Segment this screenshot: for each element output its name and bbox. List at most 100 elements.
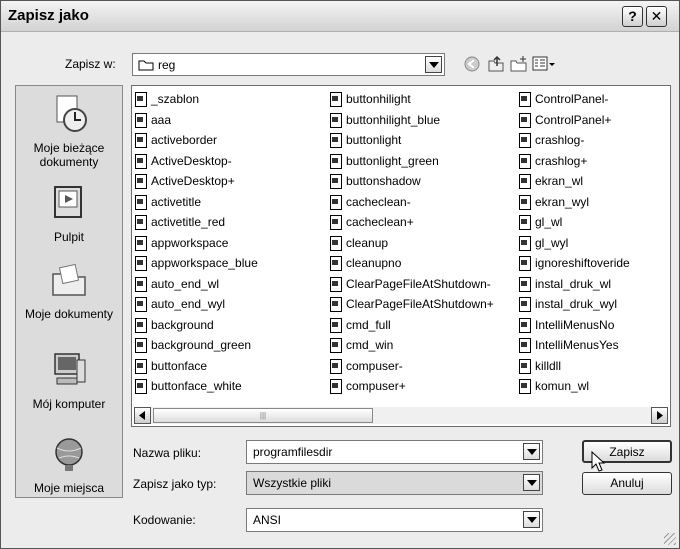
file-type-select[interactable]: Wszystkie pliki xyxy=(246,471,543,495)
back-icon[interactable] xyxy=(463,55,481,73)
registry-file-icon xyxy=(134,358,148,374)
registry-file-icon xyxy=(134,235,148,251)
file-item[interactable]: ClearPageFileAtShutdown- xyxy=(329,274,494,295)
file-item[interactable]: activetitle_red xyxy=(134,212,258,233)
file-item[interactable]: cmd_full xyxy=(329,315,494,336)
file-item[interactable]: gl_wyl xyxy=(518,233,630,254)
file-name: crashlog- xyxy=(535,133,585,148)
file-item[interactable]: komun_wl xyxy=(518,376,630,397)
registry-file-icon xyxy=(518,153,532,169)
place-desktop[interactable]: Pulpit xyxy=(16,181,122,244)
file-item[interactable]: ekran_wl xyxy=(518,171,630,192)
file-item[interactable]: cmd_win xyxy=(329,335,494,356)
file-name: activeborder xyxy=(151,133,218,148)
registry-file-icon xyxy=(518,194,532,210)
scroll-right-button[interactable] xyxy=(651,407,668,424)
file-item[interactable]: compuser+ xyxy=(329,376,494,397)
up-folder-icon[interactable] xyxy=(487,55,505,73)
file-item[interactable]: crashlog+ xyxy=(518,151,630,172)
file-item[interactable]: _szablon xyxy=(134,89,258,110)
file-item[interactable]: ControlPanel- xyxy=(518,89,630,110)
file-name: cacheclean+ xyxy=(346,215,414,230)
file-list[interactable]: _szablon aaa activeborder ActiveDesktop- Act… xyxy=(131,85,671,427)
file-item[interactable]: ignoreshiftoveride xyxy=(518,253,630,274)
network-places-icon xyxy=(55,438,83,471)
file-item[interactable]: compuser- xyxy=(329,356,494,377)
file-item[interactable]: IntelliMenusNo xyxy=(518,315,630,336)
encoding-select[interactable]: ANSI xyxy=(246,508,543,532)
file-item[interactable]: gl_wl xyxy=(518,212,630,233)
view-menu-icon[interactable] xyxy=(532,55,556,73)
chevron-down-icon[interactable] xyxy=(523,511,540,528)
registry-file-icon xyxy=(329,297,343,313)
title-bar[interactable]: Zapisz jako ? ✕ xyxy=(1,1,679,32)
folder-icon xyxy=(138,60,154,71)
file-name: ControlPanel+ xyxy=(535,112,612,127)
registry-file-icon xyxy=(518,235,532,251)
place-label: Moje miejsca xyxy=(33,481,105,495)
place-recent-documents[interactable]: Moje bieżące dokumenty xyxy=(16,92,122,169)
file-item[interactable]: ActiveDesktop+ xyxy=(134,171,258,192)
file-item[interactable]: killdll xyxy=(518,356,630,377)
scrollbar-thumb[interactable]: ||| xyxy=(153,408,373,423)
resize-grip[interactable] xyxy=(664,533,676,545)
file-item[interactable]: background xyxy=(134,315,258,336)
file-item[interactable]: ClearPageFileAtShutdown+ xyxy=(329,294,494,315)
file-item[interactable]: buttonface_white xyxy=(134,376,258,397)
help-button[interactable]: ? xyxy=(622,6,643,27)
file-item[interactable]: appworkspace xyxy=(134,233,258,254)
file-item[interactable]: aaa xyxy=(134,110,258,131)
registry-file-icon xyxy=(329,276,343,292)
registry-file-icon xyxy=(518,297,532,313)
save-as-dialog: Zapisz jako ? ✕ Zapisz w: reg Moje bieżą… xyxy=(0,0,680,549)
registry-file-icon xyxy=(518,133,532,149)
file-item[interactable]: crashlog- xyxy=(518,130,630,151)
file-item[interactable]: buttonhilight xyxy=(329,89,494,110)
file-item[interactable]: cacheclean- xyxy=(329,192,494,213)
file-item[interactable]: buttonshadow xyxy=(329,171,494,192)
file-item[interactable]: buttonlight_green xyxy=(329,151,494,172)
filename-input[interactable]: programfilesdir xyxy=(246,440,543,464)
registry-file-icon xyxy=(329,338,343,354)
file-name: background_green xyxy=(151,338,252,353)
file-item[interactable]: activeborder xyxy=(134,130,258,151)
file-item[interactable]: cleanup xyxy=(329,233,494,254)
place-my-computer[interactable]: Mój komputer xyxy=(16,348,122,411)
file-item[interactable]: instal_druk_wl xyxy=(518,274,630,295)
file-item[interactable]: buttonlight xyxy=(329,130,494,151)
scroll-left-button[interactable] xyxy=(134,407,151,424)
chevron-down-icon[interactable] xyxy=(425,56,442,73)
file-item[interactable]: auto_end_wl xyxy=(134,274,258,295)
registry-file-icon xyxy=(329,379,343,395)
file-name: cmd_full xyxy=(346,317,391,332)
new-folder-icon[interactable] xyxy=(510,55,528,73)
file-item[interactable]: activetitle xyxy=(134,192,258,213)
file-name: komun_wl xyxy=(535,379,590,394)
file-item[interactable]: cacheclean+ xyxy=(329,212,494,233)
close-button[interactable]: ✕ xyxy=(646,6,667,27)
horizontal-scrollbar[interactable]: ||| xyxy=(134,407,668,424)
file-name: ekran_wl xyxy=(535,174,584,189)
save-in-dropdown[interactable]: reg xyxy=(132,53,445,76)
file-item[interactable]: IntelliMenusYes xyxy=(518,335,630,356)
place-network[interactable]: Moje miejsca xyxy=(16,432,122,495)
registry-file-icon xyxy=(329,215,343,231)
place-my-documents[interactable]: Moje dokumenty xyxy=(16,258,122,321)
file-item[interactable]: buttonface xyxy=(134,356,258,377)
cancel-button[interactable]: Anuluj xyxy=(582,472,672,495)
file-item[interactable]: cleanupno xyxy=(329,253,494,274)
registry-file-icon xyxy=(134,112,148,128)
file-item[interactable]: background_green xyxy=(134,335,258,356)
file-item[interactable]: auto_end_wyl xyxy=(134,294,258,315)
file-item[interactable]: instal_druk_wyl xyxy=(518,294,630,315)
file-item[interactable]: appworkspace_blue xyxy=(134,253,258,274)
file-item[interactable]: ekran_wyl xyxy=(518,192,630,213)
chevron-down-icon[interactable] xyxy=(523,443,540,460)
file-item[interactable]: ActiveDesktop- xyxy=(134,151,258,172)
registry-file-icon xyxy=(134,92,148,108)
my-documents-icon xyxy=(52,263,86,296)
file-name: cleanup xyxy=(346,235,389,250)
file-item[interactable]: buttonhilight_blue xyxy=(329,110,494,131)
chevron-down-icon[interactable] xyxy=(523,474,540,491)
file-item[interactable]: ControlPanel+ xyxy=(518,110,630,131)
